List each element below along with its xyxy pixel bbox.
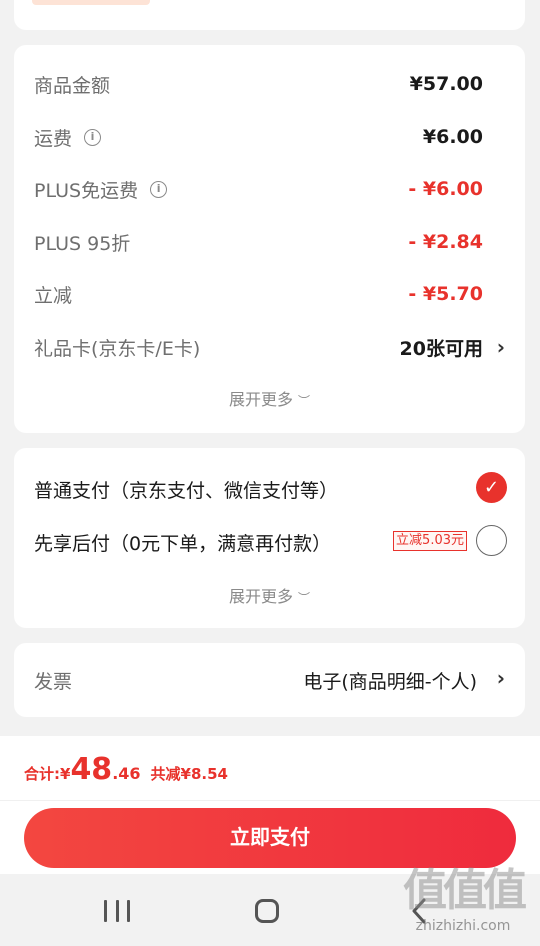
pay-now-button[interactable]: 立即支付: [24, 808, 516, 868]
summary-expand-more[interactable]: 展开更多 ︶: [14, 386, 525, 410]
expand-label: 展开更多: [228, 390, 293, 409]
payment-expand-more[interactable]: 展开更多 ︶: [14, 583, 525, 607]
summary-label: 立减: [34, 284, 73, 307]
total-currency: ¥: [60, 765, 71, 783]
total-amount: 合计: ¥ 48 .46 共减¥8.54: [24, 752, 228, 787]
summary-label: PLUS 95折: [34, 232, 131, 255]
recent-apps-icon[interactable]: [104, 900, 130, 922]
watermark-text: 值值值: [403, 865, 527, 916]
payment-option-pay-later[interactable]: 先享后付（0元下单，满意再付款） 立减5.03元: [14, 521, 525, 561]
chevron-down-icon: ︶: [298, 394, 311, 408]
gift-card-row[interactable]: 礼品卡(京东卡/E卡) 20张可用 ›: [14, 327, 525, 367]
total-prefix: 合计:: [24, 765, 60, 783]
discount-tag: 立减5.03元: [393, 531, 467, 551]
summary-row-goods-amount: 商品金额 ¥57.00: [14, 64, 525, 104]
info-icon[interactable]: i: [150, 180, 168, 198]
total-saved: 共减¥8.54: [150, 765, 228, 783]
summary-label-wrap: 运费 i: [34, 124, 102, 151]
summary-label: 商品金额: [34, 74, 111, 97]
gift-card-label: 礼品卡(京东卡/E卡): [34, 337, 201, 360]
watermark-url: zhizhizhi.com: [415, 918, 511, 934]
total-decimal: .46: [112, 764, 141, 783]
summary-value: - ¥5.70: [408, 283, 483, 305]
radio-unselected-icon[interactable]: [476, 525, 507, 556]
total-integer: 48: [70, 752, 113, 787]
price-summary-card: 商品金额 ¥57.00 运费 i ¥6.00 PLUS免运费 i - ¥6.00…: [14, 45, 525, 433]
chevron-down-icon: ︶: [298, 591, 311, 605]
chevron-right-icon: ›: [496, 666, 505, 690]
chevron-right-icon: ›: [496, 335, 505, 359]
invoice-label: 发票: [34, 671, 73, 693]
payment-option-standard[interactable]: 普通支付（京东支付、微信支付等） ✓: [14, 468, 525, 508]
checkmark-selected-icon[interactable]: ✓: [476, 472, 507, 503]
watermark-logo: 值值值 zhizhizhi.com: [388, 864, 538, 944]
divider: [0, 800, 540, 801]
expand-label: 展开更多: [228, 587, 293, 606]
checkout-bar: 合计: ¥ 48 .46 共减¥8.54 立即支付: [0, 736, 540, 874]
invoice-card[interactable]: 发票 电子(商品明细-个人) ›: [14, 643, 525, 717]
info-icon[interactable]: i: [84, 128, 102, 146]
home-icon[interactable]: [255, 899, 279, 923]
invoice-value: 电子(商品明细-个人): [303, 671, 477, 693]
summary-row-instant-discount: 立减 - ¥5.70: [14, 274, 525, 314]
summary-label: 运费: [34, 127, 73, 150]
summary-label-wrap: PLUS免运费 i: [34, 176, 168, 203]
summary-label: PLUS免运费: [34, 179, 139, 202]
summary-value: ¥57.00: [409, 73, 483, 95]
summary-value: ¥6.00: [422, 126, 483, 148]
gift-card-value: 20张可用: [399, 337, 483, 360]
summary-row-plus-discount: PLUS 95折 - ¥2.84: [14, 222, 525, 262]
summary-value: - ¥2.84: [408, 231, 483, 253]
payment-option-label: 先享后付（0元下单，满意再付款）: [34, 533, 332, 555]
summary-row-plus-free-shipping: PLUS免运费 i - ¥6.00: [14, 169, 525, 209]
summary-value: - ¥6.00: [408, 178, 483, 200]
promo-badge-fragment: [32, 0, 150, 5]
summary-row-shipping: 运费 i ¥6.00: [14, 117, 525, 157]
payment-method-card: 普通支付（京东支付、微信支付等） ✓ 先享后付（0元下单，满意再付款） 立减5.…: [14, 448, 525, 628]
payment-option-label: 普通支付（京东支付、微信支付等）: [34, 480, 339, 502]
